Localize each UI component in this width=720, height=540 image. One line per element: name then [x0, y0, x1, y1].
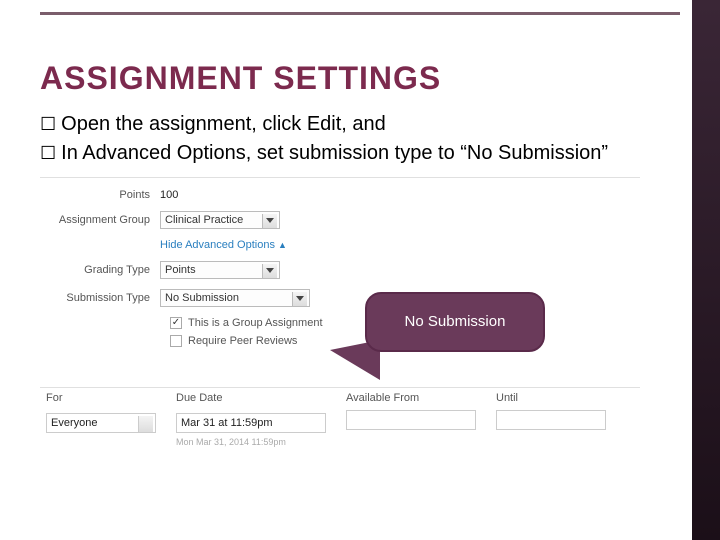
- due-date-value: Mar 31 at 11:59pm: [181, 417, 273, 429]
- hide-advanced-options-link[interactable]: Hide Advanced Options: [160, 239, 275, 251]
- due-date-header: Due Date: [176, 392, 346, 404]
- decorative-right-bar: [692, 0, 720, 540]
- group-assignment-checkbox[interactable]: [170, 317, 182, 329]
- assignment-group-label: Assignment Group: [50, 214, 160, 226]
- submission-type-row: Submission Type No Submission: [50, 289, 323, 307]
- grading-type-label: Grading Type: [50, 264, 160, 276]
- submission-type-select[interactable]: No Submission: [160, 289, 310, 307]
- slide-title: ASSIGNMENT SETTINGS: [40, 60, 690, 97]
- available-from-input[interactable]: [346, 410, 476, 430]
- slide: ASSIGNMENT SETTINGS Open the assignment,…: [0, 0, 720, 540]
- until-input[interactable]: [496, 410, 606, 430]
- grading-type-row: Grading Type Points: [50, 261, 323, 279]
- points-row: Points 100: [50, 189, 323, 201]
- divider: [40, 177, 640, 178]
- chevron-down-icon: [296, 296, 304, 301]
- for-select[interactable]: Everyone: [46, 413, 156, 433]
- decorative-top-bar: [40, 12, 680, 15]
- chevron-down-icon: [266, 268, 274, 273]
- canvas-settings-screenshot: Points 100 Assignment Group Clinical Pra…: [40, 177, 640, 447]
- peer-reviews-label: Require Peer Reviews: [188, 335, 297, 347]
- assignment-group-select[interactable]: Clinical Practice: [160, 211, 280, 229]
- due-date-subtext: Mon Mar 31, 2014 11:59pm: [176, 437, 640, 447]
- peer-reviews-checkbox[interactable]: [170, 335, 182, 347]
- callout-text: No Submission: [405, 313, 506, 332]
- for-header: For: [46, 392, 176, 404]
- grading-type-value: Points: [165, 264, 196, 276]
- bullet-list: Open the assignment, click Edit, and In …: [40, 111, 690, 167]
- available-from-header: Available From: [346, 392, 496, 404]
- peer-reviews-row: Require Peer Reviews: [170, 335, 323, 347]
- bullet-set-submission: In Advanced Options, set submission type…: [40, 140, 690, 167]
- due-values-row: Everyone Mar 31 at 11:59pm: [40, 410, 640, 437]
- due-date-input[interactable]: Mar 31 at 11:59pm: [176, 413, 326, 433]
- until-header: Until: [496, 392, 616, 404]
- triangle-up-icon: ▲: [278, 240, 287, 250]
- assignment-group-value: Clinical Practice: [165, 214, 243, 226]
- advanced-options-row: Hide Advanced Options ▲: [50, 239, 323, 251]
- bullet-open-assignment: Open the assignment, click Edit, and: [40, 111, 690, 138]
- chevron-down-icon: [142, 422, 150, 427]
- group-assignment-row: This is a Group Assignment: [170, 317, 323, 329]
- points-value: 100: [160, 189, 178, 201]
- submission-type-label: Submission Type: [50, 292, 160, 304]
- assignment-form: Points 100 Assignment Group Clinical Pra…: [50, 189, 323, 353]
- due-header-row: For Due Date Available From Until: [40, 387, 640, 410]
- callout-bubble: No Submission: [365, 292, 545, 352]
- assignment-group-row: Assignment Group Clinical Practice: [50, 211, 323, 229]
- for-value: Everyone: [51, 417, 97, 429]
- due-date-section: For Due Date Available From Until Everyo…: [40, 387, 640, 447]
- chevron-down-icon: [266, 218, 274, 223]
- grading-type-select[interactable]: Points: [160, 261, 280, 279]
- points-label: Points: [50, 189, 160, 201]
- group-assignment-label: This is a Group Assignment: [188, 317, 323, 329]
- submission-type-value: No Submission: [165, 292, 239, 304]
